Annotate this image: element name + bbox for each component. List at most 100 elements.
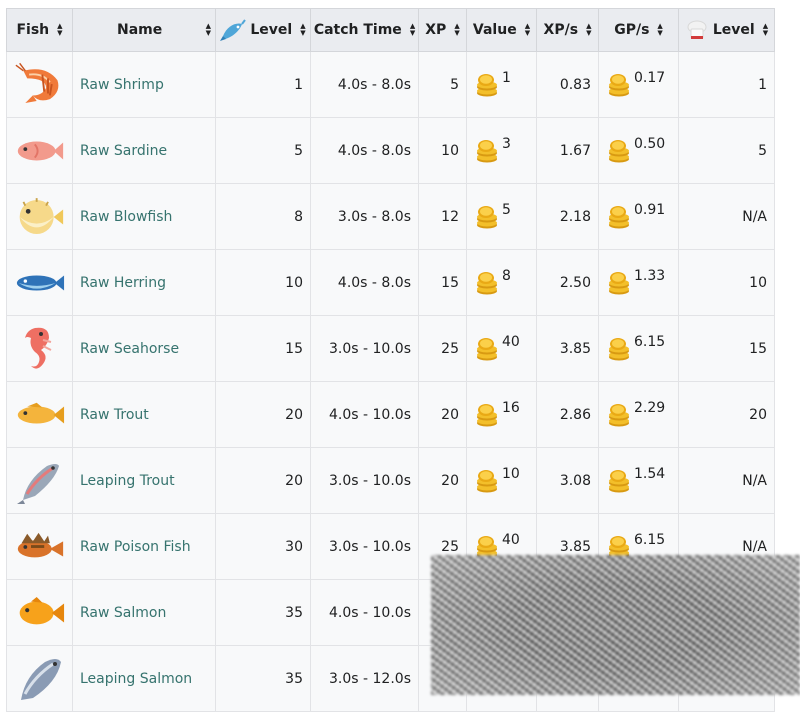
cooking-level-cell: 20 [678, 381, 775, 448]
fish-name-link[interactable]: Raw Salmon [80, 605, 166, 621]
sort-arrows-icon[interactable]: ▲ ▼ [525, 23, 530, 37]
table-row: Raw Blowfish 8 3.0s - 8.0s 12 5 2.18 0.9… [6, 183, 775, 250]
sort-arrows-icon[interactable]: ▲ ▼ [454, 23, 459, 37]
fishing-level-cell: 20 [215, 381, 311, 448]
header-gp-per-second[interactable]: GP/s ▲ ▼ [598, 8, 679, 52]
xp-cell: 5 [418, 51, 467, 118]
fishing-skill-icon [220, 19, 247, 41]
table-row: Raw Sardine 5 4.0s - 8.0s 10 3 1.67 0.50… [6, 117, 775, 184]
header-xp-per-second[interactable]: XP/s ▲ ▼ [536, 8, 599, 52]
fish-name-link[interactable]: Raw Trout [80, 407, 149, 423]
xp-cell: 25 [418, 315, 467, 382]
fish-name-link[interactable]: Raw Shrimp [80, 77, 164, 93]
gp-per-second-cell: 0.91 [598, 183, 679, 250]
header-cooking-level-label: Level [712, 22, 755, 38]
gp-per-second-amount: 6.15 [634, 531, 666, 548]
leaping-salmon-icon [14, 654, 65, 704]
fishing-level-cell: 8 [215, 183, 311, 250]
header-fishing-level-label: Level [250, 22, 293, 38]
fishing-level-cell: 35 [215, 579, 311, 646]
header-name-label: Name [117, 22, 163, 38]
fish-name-cell[interactable]: Raw Herring [72, 249, 216, 316]
fish-name-link[interactable]: Raw Blowfish [80, 209, 172, 225]
gold-coins-icon [609, 403, 629, 426]
header-catch-time-label: Catch Time [313, 22, 402, 38]
xp-per-second-cell: 1.67 [536, 117, 599, 184]
fish-name-cell[interactable]: Raw Sardine [72, 117, 216, 184]
gp-per-second-amount: 6.15 [634, 333, 666, 350]
xp-cell: 12 [418, 183, 467, 250]
fish-name-cell[interactable]: Raw Poison Fish [72, 513, 216, 580]
herring-icon [14, 269, 65, 297]
fish-name-cell[interactable]: Leaping Salmon [72, 645, 216, 712]
fish-name-cell[interactable]: Raw Seahorse [72, 315, 216, 382]
blowfish-icon [14, 195, 65, 239]
fish-name-link[interactable]: Raw Sardine [80, 143, 167, 159]
fishing-level-cell: 20 [215, 447, 311, 514]
value-cell: 16 [466, 381, 537, 448]
sort-arrows-icon[interactable]: ▲ ▼ [763, 23, 768, 37]
gp-per-second-cell: 0.17 [598, 51, 679, 118]
gold-coins-icon [609, 205, 629, 228]
sort-arrows-icon[interactable]: ▲ ▼ [586, 23, 591, 37]
gold-coins-icon [477, 469, 497, 492]
fish-icon-cell [6, 381, 73, 448]
cooking-level-cell: 10 [678, 249, 775, 316]
gold-coins-icon [477, 271, 497, 294]
fish-name-link[interactable]: Leaping Salmon [80, 671, 192, 687]
xp-per-second-cell: 3.85 [536, 315, 599, 382]
fish-icon-cell [6, 183, 73, 250]
fish-icon-cell [6, 513, 73, 580]
header-fish[interactable]: Fish ▲ ▼ [6, 8, 73, 52]
fish-name-link[interactable]: Raw Herring [80, 275, 166, 291]
fish-name-link[interactable]: Raw Poison Fish [80, 539, 191, 555]
catch-time-cell: 4.0s - 10.0s [310, 381, 419, 448]
catch-time-cell: 3.0s - 10.0s [310, 315, 419, 382]
leaping-trout-icon [14, 456, 65, 506]
value-cell: 10 [466, 447, 537, 514]
gold-coins-icon [609, 139, 629, 162]
sort-arrows-icon[interactable]: ▲ ▼ [57, 23, 62, 37]
value-amount: 10 [502, 465, 520, 482]
fish-name-cell[interactable]: Raw Shrimp [72, 51, 216, 118]
gold-coins-icon [609, 337, 629, 360]
sort-arrows-icon[interactable]: ▲ ▼ [657, 23, 662, 37]
header-catch-time[interactable]: Catch Time ▲ ▼ [310, 8, 419, 52]
gold-coins-icon [609, 469, 629, 492]
xp-per-second-cell: 0.83 [536, 51, 599, 118]
table-row: Raw Seahorse 15 3.0s - 10.0s 25 40 3.85 … [6, 315, 775, 382]
catch-time-cell: 4.0s - 8.0s [310, 249, 419, 316]
header-xp[interactable]: XP ▲ ▼ [418, 8, 467, 52]
table-header-row: Fish ▲ ▼ Name ▲ ▼ Level ▲ ▼ Catch Time ▲… [6, 8, 775, 52]
cooking-level-cell: 1 [678, 51, 775, 118]
gp-per-second-amount: 0.17 [634, 69, 666, 86]
header-name[interactable]: Name ▲ ▼ [72, 8, 216, 52]
xp-per-second-cell: 2.18 [536, 183, 599, 250]
gold-coins-icon [477, 73, 497, 96]
header-fish-label: Fish [16, 22, 50, 38]
header-value[interactable]: Value ▲ ▼ [466, 8, 537, 52]
fish-name-link[interactable]: Leaping Trout [80, 473, 175, 489]
fishing-level-cell: 5 [215, 117, 311, 184]
header-cooking-level[interactable]: Level ▲ ▼ [678, 8, 775, 52]
sort-arrows-icon[interactable]: ▲ ▼ [300, 23, 305, 37]
sort-arrows-icon[interactable]: ▲ ▼ [410, 23, 415, 37]
fish-name-cell[interactable]: Leaping Trout [72, 447, 216, 514]
cooking-level-cell: N/A [678, 447, 775, 514]
catch-time-cell: 3.0s - 10.0s [310, 447, 419, 514]
header-xp-per-second-label: XP/s [543, 22, 579, 38]
header-fishing-level[interactable]: Level ▲ ▼ [215, 8, 311, 52]
sort-arrows-icon[interactable]: ▲ ▼ [206, 23, 211, 37]
seahorse-icon [14, 324, 65, 374]
fish-name-cell[interactable]: Raw Blowfish [72, 183, 216, 250]
cooking-level-cell: 15 [678, 315, 775, 382]
fish-name-link[interactable]: Raw Seahorse [80, 341, 179, 357]
fish-name-cell[interactable]: Raw Salmon [72, 579, 216, 646]
catch-time-cell: 3.0s - 8.0s [310, 183, 419, 250]
table-row: Raw Shrimp 1 4.0s - 8.0s 5 1 0.83 0.17 1 [6, 51, 775, 118]
xp-per-second-cell: 3.08 [536, 447, 599, 514]
table-row: Raw Trout 20 4.0s - 10.0s 20 16 2.86 2.2… [6, 381, 775, 448]
gp-per-second-amount: 1.33 [634, 267, 666, 284]
fish-name-cell[interactable]: Raw Trout [72, 381, 216, 448]
value-amount: 16 [502, 399, 520, 416]
